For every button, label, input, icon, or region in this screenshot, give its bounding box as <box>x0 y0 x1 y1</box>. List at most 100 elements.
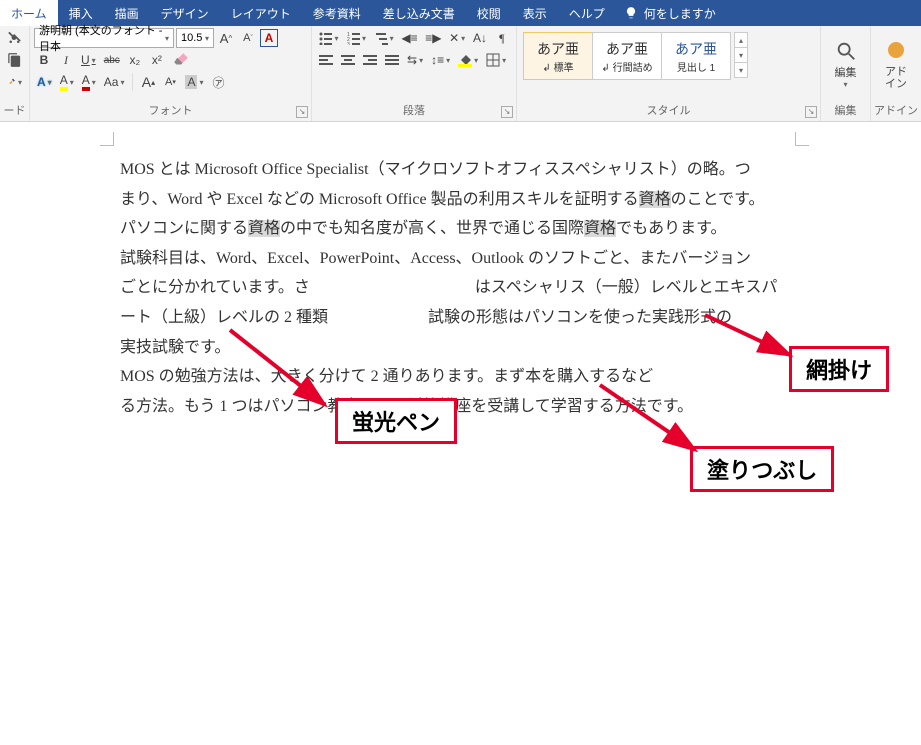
borders-button[interactable] <box>483 50 509 70</box>
shrink-font-2[interactable]: A▾ <box>160 72 180 92</box>
subscript-button[interactable]: x₂ <box>125 50 145 70</box>
font-launcher[interactable]: ↘ <box>296 106 308 118</box>
style-normal[interactable]: あア亜 ↲ 標準 <box>523 32 593 80</box>
group-styles: あア亜 ↲ 標準 あア亜 ↲ 行間詰め あア亜 見出し 1 ▴ ▾ ▾ スタイル… <box>517 26 821 121</box>
group-addin: アドイン アドイン <box>871 26 921 121</box>
bold-button[interactable]: B <box>34 50 54 70</box>
tab-review[interactable]: 校閲 <box>466 0 512 26</box>
grow-font-button[interactable]: A^ <box>216 28 236 48</box>
format-painter-button[interactable] <box>4 72 25 92</box>
shaded-text: 資格 <box>639 191 671 208</box>
copy-button[interactable] <box>4 50 25 70</box>
font-size-select[interactable]: 10.5▾ <box>176 28 214 48</box>
char-shading-button[interactable]: A <box>182 72 206 92</box>
eraser-icon <box>172 51 190 69</box>
group-label-clipboard: ード <box>0 100 29 121</box>
align-left-icon <box>319 54 333 66</box>
distribute-button[interactable]: ⇆ <box>404 50 426 70</box>
page-corner <box>795 132 809 146</box>
group-label-editing: 編集 <box>821 100 870 121</box>
page-corner <box>100 132 114 146</box>
align-right-button[interactable] <box>360 50 380 70</box>
shading-button[interactable] <box>455 50 481 70</box>
increase-indent-button[interactable]: ≡▶ <box>422 28 444 48</box>
text-effects-button[interactable]: A <box>260 29 278 47</box>
tell-me[interactable]: 何をしますか <box>624 0 716 26</box>
multilevel-icon <box>374 31 388 45</box>
sort-button[interactable]: A↓ <box>470 28 490 48</box>
highlight-button[interactable]: A <box>57 72 77 92</box>
text-direction-button[interactable]: ✕ <box>446 28 468 48</box>
align-justify-button[interactable] <box>382 50 402 70</box>
align-center-button[interactable] <box>338 50 358 70</box>
font-name-select[interactable]: 游明朝 (本文のフォント - 日本▾ <box>34 28 174 48</box>
cut-button[interactable] <box>4 28 25 48</box>
numbering-icon: 123 <box>347 31 361 45</box>
enclose-char-button[interactable]: ㋐ <box>208 72 228 92</box>
tab-help[interactable]: ヘルプ <box>558 0 616 26</box>
paintbrush-icon <box>7 74 16 90</box>
style-gallery[interactable]: あア亜 ↲ 標準 あア亜 ↲ 行間詰め あア亜 見出し 1 <box>523 32 730 80</box>
addin-icon <box>886 40 906 60</box>
group-label-styles: スタイル↘ <box>517 100 820 121</box>
doc-text: 試験科目は、Word、Excel、PowerPoint、Access、Outlo… <box>120 250 751 267</box>
lightbulb-icon <box>624 6 638 20</box>
tab-references[interactable]: 参考資料 <box>302 0 372 26</box>
shaded-text: 資格 <box>248 220 280 237</box>
align-right-icon <box>363 54 377 66</box>
superscript-button[interactable]: x² <box>147 50 167 70</box>
show-marks-button[interactable]: ¶ <box>492 28 512 48</box>
styles-launcher[interactable]: ↘ <box>805 106 817 118</box>
addin-button[interactable]: アドイン <box>875 34 917 92</box>
underline-button[interactable]: U <box>78 50 99 70</box>
multilevel-button[interactable] <box>371 28 397 48</box>
scissors-icon <box>7 30 22 46</box>
doc-text: ごとに分かれています。さ <box>120 279 310 296</box>
group-editing: 編集 ▾ 編集 <box>821 26 871 121</box>
tab-mailings[interactable]: 差し込み文書 <box>372 0 466 26</box>
tab-view[interactable]: 表示 <box>512 0 558 26</box>
group-label-font: フォント↘ <box>30 100 311 121</box>
tab-layout[interactable]: レイアウト <box>220 0 302 26</box>
style-nospace[interactable]: あア亜 ↲ 行間詰め <box>592 32 662 80</box>
find-button[interactable]: 編集 ▾ <box>825 35 867 90</box>
tell-me-label: 何をしますか <box>644 5 716 22</box>
doc-text: はスペシャリス（一般）レベルとエキスパ <box>475 279 777 296</box>
borders-icon <box>486 53 500 67</box>
style-gallery-nav: ▴ ▾ ▾ <box>734 32 748 77</box>
doc-text: パソコンに関する <box>120 220 248 237</box>
doc-text: 試験の形態はパソコンを使った実践形式の <box>428 309 732 326</box>
group-label-addin: アドイン <box>871 100 921 121</box>
doc-text: のことです。 <box>671 191 765 208</box>
para-launcher[interactable]: ↘ <box>501 106 513 118</box>
char-case-button[interactable]: Aa <box>101 72 128 92</box>
group-paragraph: 123 ◀≡ ≡▶ ✕ A↓ ¶ ⇆ ↕≡ 段落↘ <box>312 26 517 121</box>
decrease-indent-button[interactable]: ◀≡ <box>399 28 421 48</box>
group-clipboard: ード <box>0 26 30 121</box>
numbering-button[interactable]: 123 <box>344 28 370 48</box>
style-up-button[interactable]: ▴ <box>734 32 748 48</box>
clear-format-button[interactable] <box>169 50 193 70</box>
group-font: 游明朝 (本文のフォント - 日本▾ 10.5▾ A^ Aˇ A B I U a… <box>30 26 312 121</box>
align-left-button[interactable] <box>316 50 336 70</box>
line-spacing-button[interactable]: ↕≡ <box>428 50 453 70</box>
style-more-button[interactable]: ▾ <box>734 62 748 78</box>
copy-icon <box>7 52 22 68</box>
bullets-button[interactable] <box>316 28 342 48</box>
strike-button[interactable]: abc <box>101 50 123 70</box>
style-down-button[interactable]: ▾ <box>734 47 748 63</box>
ribbon: ード 游明朝 (本文のフォント - 日本▾ 10.5▾ A^ Aˇ A B I … <box>0 26 921 122</box>
doc-text: の中でも知名度が高く、世界で通じる国際 <box>280 220 584 237</box>
grow-font-2[interactable]: A▴ <box>138 72 158 92</box>
shrink-font-button[interactable]: Aˇ <box>238 28 258 48</box>
text-effects-dropdown[interactable]: A <box>34 72 55 92</box>
doc-text: MOS とは Microsoft Office Specialist（マイクロソ… <box>120 161 751 178</box>
align-center-icon <box>341 54 355 66</box>
style-heading1[interactable]: あア亜 見出し 1 <box>661 32 731 80</box>
group-label-paragraph: 段落↘ <box>312 100 516 121</box>
arrow-highlighter <box>200 320 380 440</box>
font-color-button[interactable]: A <box>79 72 99 92</box>
italic-button[interactable]: I <box>56 50 76 70</box>
align-justify-icon <box>385 54 399 66</box>
doc-text: でもあります。 <box>616 220 726 237</box>
